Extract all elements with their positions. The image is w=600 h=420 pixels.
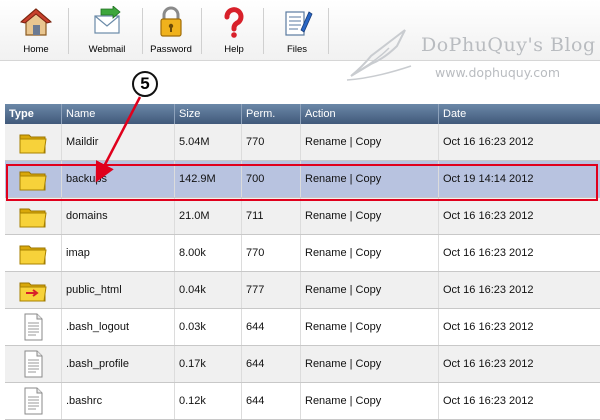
file-size: 0.04k [175, 272, 242, 308]
toolbar-separator [263, 8, 264, 54]
lock-icon [160, 6, 182, 37]
file-permissions: 700 [242, 161, 301, 197]
home-button[interactable]: Home [5, 0, 67, 60]
table-row[interactable]: Maildir 5.04M 770 Rename | Copy Oct 16 16:23… [5, 124, 600, 161]
file-actions[interactable]: Rename | Copy [301, 346, 439, 382]
folder-icon [19, 245, 47, 265]
column-header-action[interactable]: Action [301, 104, 439, 124]
file-size: 8.00k [175, 235, 242, 271]
toolbar-separator [68, 8, 69, 54]
file-date: Oct 16 16:23 2012 [443, 395, 534, 407]
home-icon [20, 8, 52, 36]
file-type [5, 161, 62, 197]
file-icon [24, 387, 43, 415]
file-type [5, 346, 62, 382]
file-name[interactable]: imap [62, 235, 175, 271]
table-row[interactable]: domains 21.0M 711 Rename | Copy Oct 16 16:23… [5, 198, 600, 235]
quill-icon [346, 29, 412, 81]
file-type [5, 309, 62, 345]
file-actions[interactable]: Rename | Copy [301, 124, 439, 160]
file-size: 142.9M [175, 161, 242, 197]
webmail-label: Webmail [88, 44, 126, 55]
table-row[interactable]: .bash_profile 0.17k 644 Rename | Copy Oct 16… [5, 346, 600, 383]
file-permissions: 644 [242, 346, 301, 382]
file-type [5, 124, 62, 160]
file-name[interactable]: backups [62, 161, 175, 197]
table-row[interactable]: imap 8.00k 770 Rename | Copy Oct 16 16:23 20… [5, 235, 600, 272]
file-date: Oct 19 14:14 2012 [443, 173, 534, 185]
file-type [5, 383, 62, 419]
help-button[interactable]: Help [206, 0, 262, 60]
table-row[interactable]: public_html 0.04k 777 Rename | Copy Oct 16 1… [5, 272, 600, 309]
file-name[interactable]: .bash_profile [62, 346, 175, 382]
step-badge: 5 [132, 71, 158, 97]
help-label: Help [224, 44, 244, 55]
file-actions[interactable]: Rename | Copy [301, 309, 439, 345]
file-name[interactable]: .bash_logout [62, 309, 175, 345]
file-permissions: 644 [242, 383, 301, 419]
file-name[interactable]: Maildir [62, 124, 175, 160]
webmail-button[interactable]: Webmail [72, 0, 142, 60]
password-label: Password [150, 44, 192, 55]
folder-icon [19, 134, 47, 154]
file-permissions: 770 [242, 235, 301, 271]
file-actions[interactable]: Rename | Copy [301, 272, 439, 308]
file-permissions: 644 [242, 309, 301, 345]
file-size: 21.0M [175, 198, 242, 234]
folder-link-icon [19, 282, 47, 302]
column-header-perm[interactable]: Perm. [242, 104, 301, 124]
blog-url: www.dophuquy.com [435, 65, 560, 80]
file-icon [24, 350, 43, 378]
files-label: Files [286, 44, 308, 55]
table-header: Type Name Size Perm. Action Date [5, 104, 600, 124]
file-permissions: 777 [242, 272, 301, 308]
webmail-icon [94, 6, 121, 34]
file-permissions: 770 [242, 124, 301, 160]
files-button[interactable]: Files [268, 0, 326, 60]
file-name[interactable]: public_html [62, 272, 175, 308]
toolbar-separator [142, 8, 143, 54]
file-type [5, 235, 62, 271]
file-size: 0.17k [175, 346, 242, 382]
table-row[interactable]: .bash_logout 0.03k 644 Rename | Copy Oct 16 … [5, 309, 600, 346]
file-icon [24, 313, 43, 341]
table-row-selected[interactable]: backups 142.9M 700 Rename | Copy Oct 19 14:1… [5, 161, 600, 198]
column-header-type[interactable]: Type [5, 104, 62, 124]
toolbar-separator [201, 8, 202, 54]
file-date: Oct 16 16:23 2012 [443, 247, 534, 259]
file-date: Oct 16 16:23 2012 [443, 136, 534, 148]
home-label: Home [23, 44, 49, 55]
file-date: Oct 16 16:23 2012 [443, 321, 534, 333]
file-date: Oct 16 16:23 2012 [443, 284, 534, 296]
blog-title: DoPhuQuy's Blog [421, 34, 596, 56]
file-name[interactable]: .bashrc [62, 383, 175, 419]
file-type [5, 198, 62, 234]
file-size: 5.04M [175, 124, 242, 160]
folder-icon [19, 208, 47, 228]
file-actions[interactable]: Rename | Copy [301, 198, 439, 234]
file-date: Oct 16 16:23 2012 [443, 210, 534, 222]
toolbar-separator [328, 8, 329, 54]
file-name[interactable]: domains [62, 198, 175, 234]
file-type [5, 272, 62, 308]
file-actions[interactable]: Rename | Copy [301, 235, 439, 271]
password-button[interactable]: Password [145, 0, 197, 60]
column-header-date[interactable]: Date [439, 104, 600, 124]
file-actions[interactable]: Rename | Copy [301, 383, 439, 419]
help-icon [224, 7, 244, 38]
column-header-name[interactable]: Name [62, 104, 175, 124]
folder-icon [19, 171, 47, 191]
column-header-size[interactable]: Size [175, 104, 242, 124]
file-date: Oct 16 16:23 2012 [443, 358, 534, 370]
file-size: 0.12k [175, 383, 242, 419]
file-permissions: 711 [242, 198, 301, 234]
file-actions[interactable]: Rename | Copy [301, 161, 439, 197]
file-size: 0.03k [175, 309, 242, 345]
table-row[interactable]: .bashrc 0.12k 644 Rename | Copy Oct 16 16:23… [5, 383, 600, 420]
blog-watermark: DoPhuQuy's Blog www.dophuquy.com [345, 26, 600, 86]
files-icon [285, 11, 313, 36]
